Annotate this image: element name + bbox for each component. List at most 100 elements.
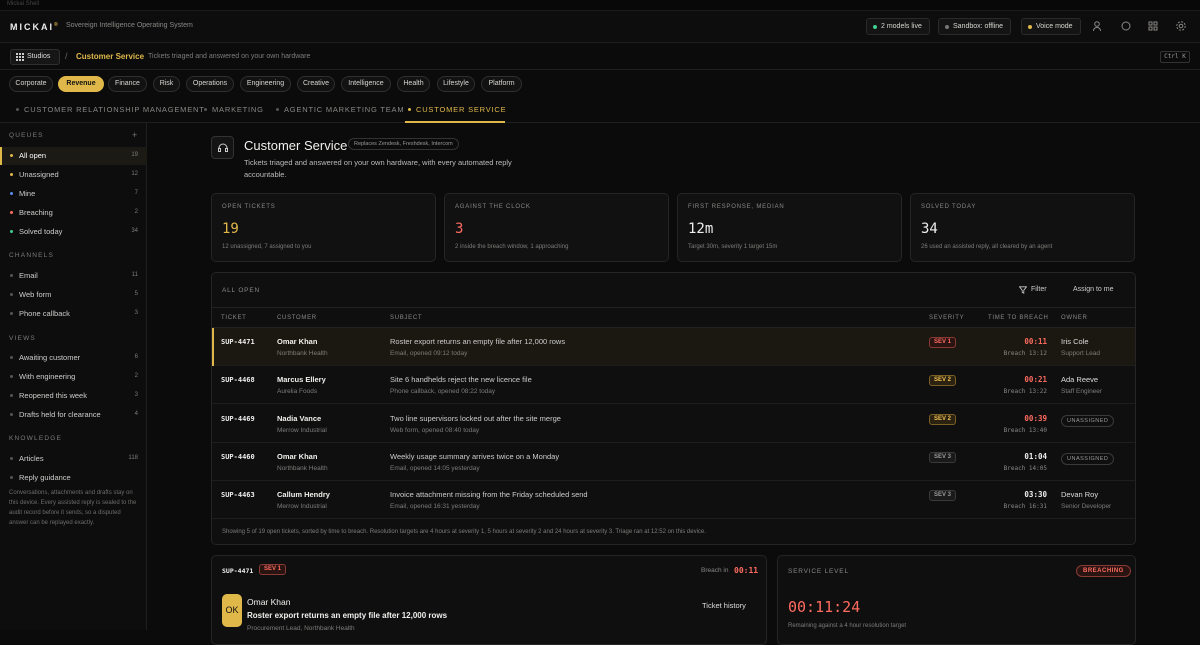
user-icon[interactable] [1092, 20, 1106, 34]
tab-agentic-marketing-team[interactable]: AGENTIC MARKETING TEAM [276, 105, 404, 114]
grid-icon[interactable] [1147, 20, 1161, 34]
customer-org: Northbank Health [277, 464, 328, 472]
sidebar-item-web-form[interactable]: Web form 5 [0, 286, 147, 304]
category-pill-health[interactable]: Health [397, 76, 430, 92]
sandbox-label: Sandbox: offline [953, 23, 1004, 30]
stat-label: SOLVED TODAY [921, 204, 977, 210]
ticket-meta: Web form, opened 08:40 today [390, 426, 480, 434]
sidebar-item-reopened-this-week[interactable]: Reopened this week 3 [0, 387, 147, 405]
breadcrumb-current[interactable]: Customer Service [76, 52, 144, 61]
column-header[interactable]: SUBJECT [390, 315, 422, 321]
tab-customer-relationship-management[interactable]: CUSTOMER RELATIONSHIP MANAGEMENT [16, 105, 205, 114]
status-dot [10, 457, 13, 460]
ticket-meta: Phone callback, opened 08:22 today [390, 388, 496, 396]
status-dot [10, 413, 13, 416]
column-header[interactable]: OWNER [1061, 315, 1088, 321]
owner-name[interactable]: Ada Reeve [1061, 375, 1098, 384]
sidebar-item-email[interactable]: Email 11 [0, 267, 147, 285]
tab-marketing[interactable]: MARKETING [204, 105, 264, 114]
sidebar-item-awaiting-customer[interactable]: Awaiting customer 6 [0, 349, 147, 367]
filter-button[interactable]: Filter [1019, 286, 1047, 294]
owner-role: Senior Developer [1061, 503, 1112, 511]
breach-in-label: Breach in [701, 567, 729, 574]
sidebar-item-phone-callback[interactable]: Phone callback 3 [0, 305, 147, 323]
voice-mode-label: Voice mode [1036, 23, 1073, 30]
sidebar-item-label: Phone callback [19, 309, 70, 318]
column-header[interactable]: CUSTOMER [277, 315, 317, 321]
sidebar-item-count: 19 [131, 152, 138, 158]
ticket-id[interactable]: SUP-4460 [221, 453, 255, 461]
sidebar-item-label: Articles [19, 454, 44, 463]
ticket-id[interactable]: SUP-4469 [221, 415, 255, 423]
ticket-subject[interactable]: Site 6 handhelds reject the new licence … [390, 375, 532, 384]
page-subtitle: Tickets triaged and answered on your own… [244, 158, 512, 179]
sidebar-item-count: 3 [134, 392, 138, 398]
main-content: Customer Service Replaces Zendesk, Fresh… [147, 123, 1200, 645]
sidebar-item-drafts-held-for-clearance[interactable]: Drafts held for clearance 4 [0, 406, 147, 424]
category-pill-lifestyle[interactable]: Lifestyle [437, 76, 475, 92]
status-dot [10, 192, 13, 195]
sidebar-item-mine[interactable]: Mine 7 [0, 185, 147, 203]
category-pill-revenue[interactable]: Revenue [58, 76, 104, 92]
category-pill-finance[interactable]: Finance [108, 76, 147, 92]
table-row[interactable]: SUP-4460 Omar Khan Northbank Health Weekly … [212, 443, 1135, 481]
ticket-subject[interactable]: Roster export returns an empty file afte… [390, 337, 565, 346]
column-header[interactable]: SEVERITY [929, 315, 964, 321]
models-live-pill[interactable]: 2 models live [866, 18, 930, 35]
sidebar-item-with-engineering[interactable]: With engineering 2 [0, 368, 147, 386]
sidebar-item-unassigned[interactable]: Unassigned 12 [0, 166, 147, 184]
ticket-history-button[interactable]: Ticket history [702, 601, 746, 610]
unassigned-badge[interactable]: UNASSIGNED [1061, 452, 1115, 465]
status-dot [10, 211, 13, 214]
table-row[interactable]: SUP-4471 Omar Khan Northbank Health Roster … [212, 328, 1135, 366]
column-header[interactable]: TIME TO BREACH [988, 315, 1049, 321]
sidebar-item-solved-today[interactable]: Solved today 34 [0, 223, 147, 241]
voice-mode-pill[interactable]: Voice mode [1021, 18, 1081, 35]
category-pill-risk[interactable]: Risk [153, 76, 180, 92]
status-dot [10, 394, 13, 397]
table-row[interactable]: SUP-4469 Nadia Vance Merrow Industrial Two … [212, 405, 1135, 443]
table-footer: Showing 5 of 19 open tickets, sorted by … [222, 529, 706, 535]
assign-to-me-button[interactable]: Assign to me [1073, 286, 1113, 293]
category-pill-engineering[interactable]: Engineering [240, 76, 291, 92]
sidebar-item-all-open[interactable]: All open 19 [0, 147, 147, 165]
column-header[interactable]: TICKET [221, 315, 247, 321]
category-pill-intelligence[interactable]: Intelligence [341, 76, 391, 92]
ticket-id[interactable]: SUP-4463 [221, 491, 255, 499]
service-timer: 00:11:24 [788, 598, 861, 616]
category-pill-platform[interactable]: Platform [481, 76, 522, 92]
sandbox-pill[interactable]: Sandbox: offline [938, 18, 1012, 35]
studios-button[interactable]: Studios [10, 49, 60, 65]
circle-icon[interactable] [1120, 20, 1134, 34]
command-shortcut[interactable]: Ctrl K [1160, 51, 1190, 63]
gear-icon[interactable] [1175, 20, 1189, 34]
sidebar-item-label: Email [19, 271, 38, 280]
status-dot [10, 312, 13, 315]
ticket-subject[interactable]: Weekly usage summary arrives twice on a … [390, 452, 559, 461]
stat-note: 12 unassigned, 7 assigned to you [222, 244, 312, 250]
studios-label: Studios [27, 53, 51, 60]
ticket-subject[interactable]: Two line supervisors locked out after th… [390, 414, 561, 423]
add-queue-icon[interactable]: + [132, 130, 137, 140]
owner-name[interactable]: Devan Roy [1061, 490, 1098, 499]
brand-tagline: Sovereign Intelligence Operating System [66, 22, 193, 29]
category-pill-corporate[interactable]: Corporate [9, 76, 53, 92]
ticket-id[interactable]: SUP-4468 [221, 376, 255, 384]
tab-customer-service[interactable]: CUSTOMER SERVICE [408, 105, 506, 114]
sidebar-item-reply-guidance[interactable]: Reply guidance [0, 469, 147, 487]
category-pill-creative[interactable]: Creative [297, 76, 335, 92]
ticket-detail-card: SUP-4471 SEV 1 Breach in 00:11 OK Omar K… [211, 555, 767, 645]
table-row[interactable]: SUP-4468 Marcus Ellery Aurelia Foods Site 6… [212, 366, 1135, 405]
brand-logo[interactable]: MICKAI® [10, 22, 58, 32]
unassigned-badge[interactable]: UNASSIGNED [1061, 414, 1115, 427]
status-dot [10, 230, 13, 233]
ticket-subject[interactable]: Invoice attachment missing from the Frid… [390, 490, 588, 499]
sidebar-item-articles[interactable]: Articles 118 [0, 450, 147, 468]
service-note: Remaining against a 4 hour resolution ta… [788, 623, 907, 629]
stat-card: FIRST RESPONSE, MEDIAN 12m Target 30m, sev… [677, 193, 902, 262]
owner-name[interactable]: Iris Cole [1061, 337, 1089, 346]
category-pill-operations[interactable]: Operations [186, 76, 234, 92]
ticket-id[interactable]: SUP-4471 [221, 338, 255, 346]
sidebar-item-breaching[interactable]: Breaching 2 [0, 204, 147, 222]
table-row[interactable]: SUP-4463 Callum Hendry Merrow Industrial In… [212, 481, 1135, 520]
